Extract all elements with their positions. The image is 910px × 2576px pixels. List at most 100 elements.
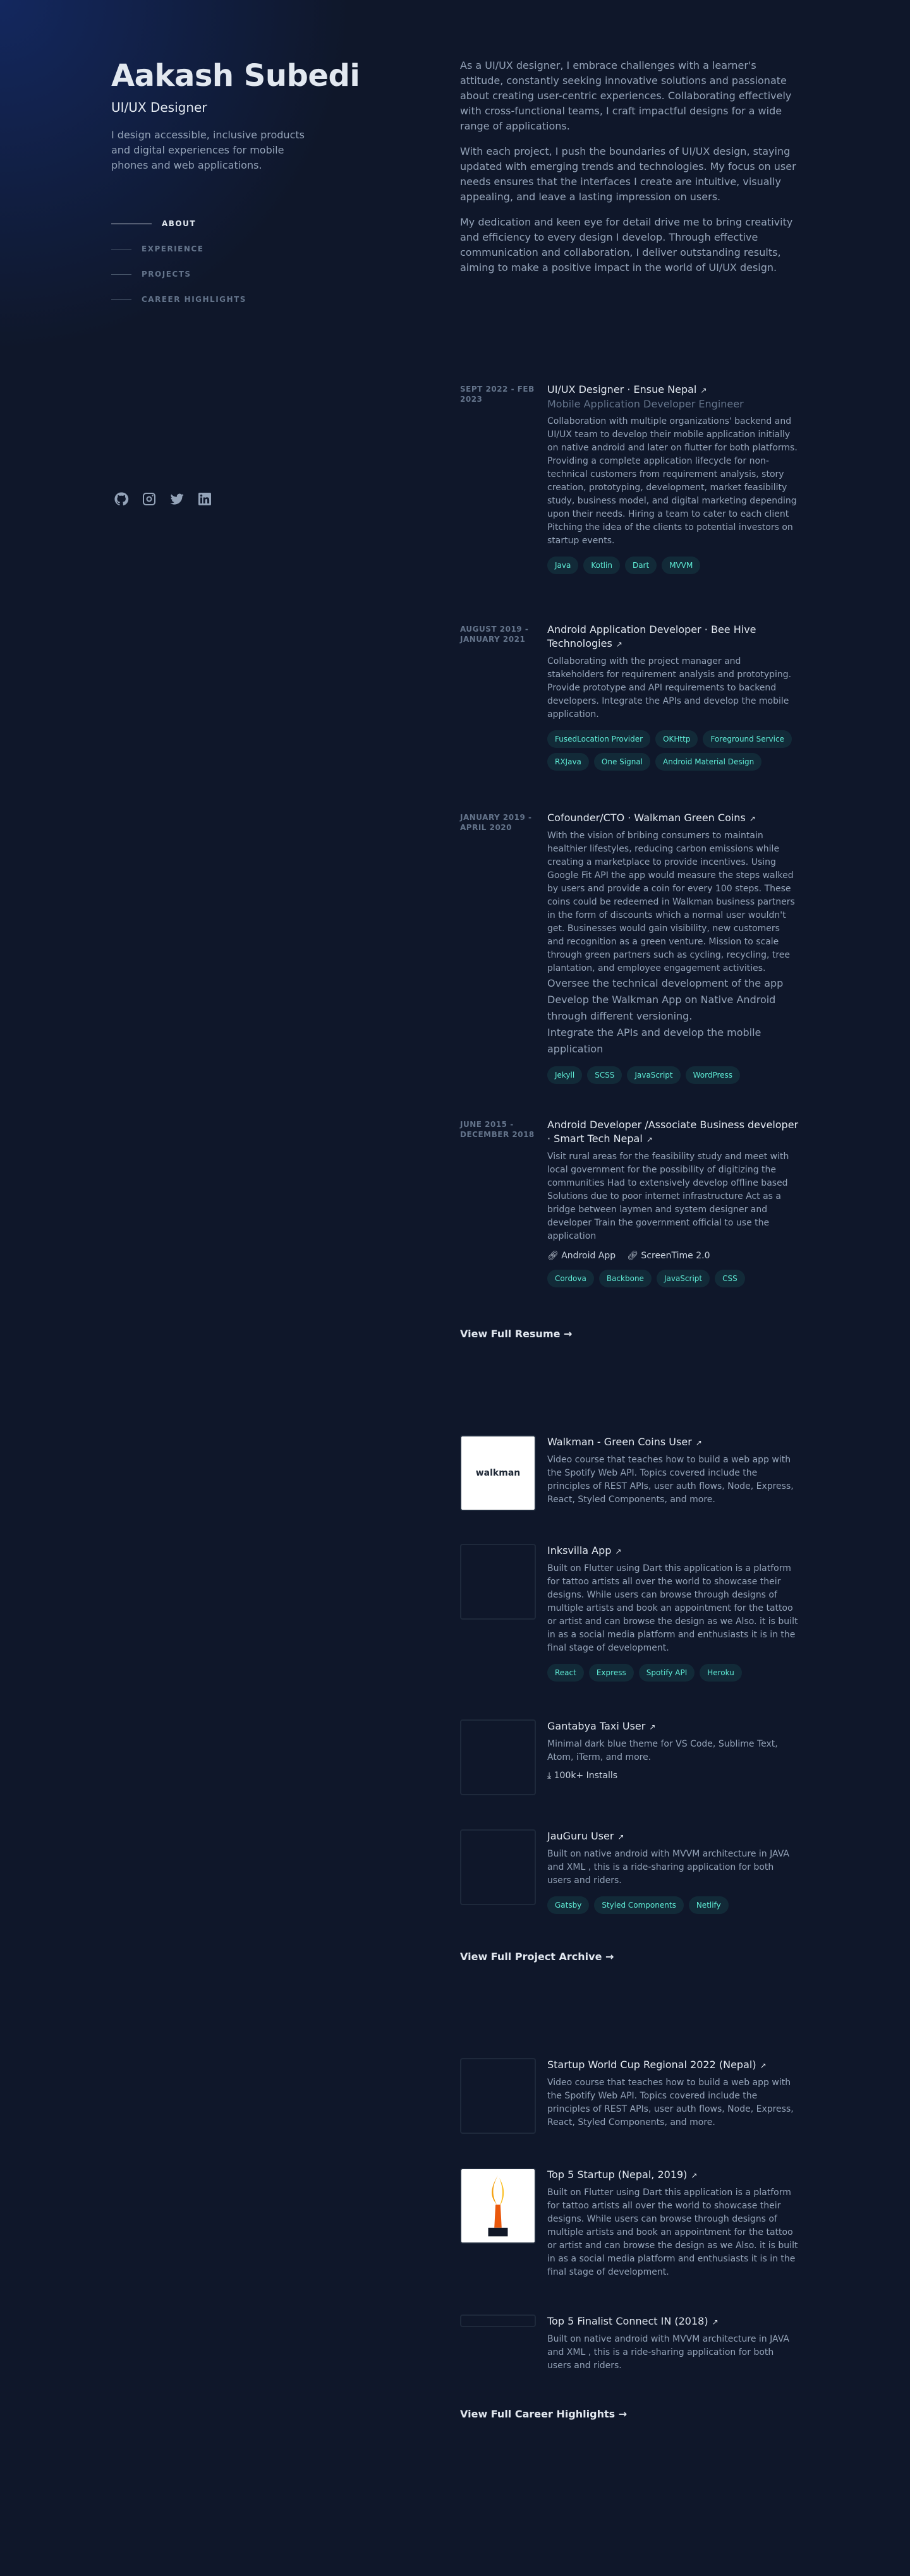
project-item[interactable]: Inksvilla App ↗ Built on Flutter using Da… — [460, 1544, 799, 1682]
arrow-up-right-icon: ↗ — [617, 1833, 624, 1841]
trophy-image — [488, 2175, 508, 2237]
tech-tag: Java — [547, 557, 579, 574]
project-item[interactable]: walkman Walkman - Green Coins User ↗ Vide… — [460, 1435, 799, 1511]
project-thumbnail — [460, 1719, 536, 1795]
experience-item[interactable]: JANUARY 2019 - APRIL 2020 Cofounder/CTO … — [460, 811, 799, 1084]
experience-title[interactable]: Cofounder/CTO · Walkman Green Coins ↗ — [547, 811, 799, 826]
highlight-title[interactable]: Top 5 Finalist Connect IN (2018) ↗ — [547, 2314, 799, 2329]
experience-title[interactable]: Android Developer /Associate Business de… — [547, 1118, 799, 1147]
profile-column: Aakash Subedi UI/UX Designer I design ac… — [111, 58, 364, 312]
project-description: Built on native android with MVVM archit… — [547, 1849, 789, 1886]
tech-tag: FusedLocation Provider — [547, 730, 651, 748]
tech-tag: MVVM — [662, 557, 701, 574]
highlight-description: Video course that teaches how to build a… — [547, 2078, 794, 2128]
highlight-description: Built on Flutter using Dart this applica… — [547, 2188, 798, 2277]
arrow-up-right-icon: ↗ — [615, 1547, 622, 1556]
nav-indicator — [111, 299, 131, 300]
tech-tag: Backbone — [598, 1270, 652, 1287]
project-thumbnail — [460, 1829, 536, 1905]
experience-description: Collaborating with the project manager a… — [547, 656, 792, 719]
tag-list: React Express Spotify API Heroku — [547, 1664, 799, 1682]
highlight-item[interactable]: Startup World Cup Regional 2022 (Nepal) ↗… — [460, 2058, 799, 2134]
tech-tag: Heroku — [700, 1664, 742, 1682]
social-links — [114, 491, 212, 507]
project-title[interactable]: Gantabya Taxi User ↗ — [547, 1719, 799, 1734]
project-item[interactable]: JauGuru User ↗ Built on native android wi… — [460, 1829, 799, 1914]
tech-tag: Cordova — [547, 1270, 594, 1287]
view-archive-link[interactable]: View Full Project Archive → — [460, 1951, 614, 1963]
experience-title[interactable]: UI/UX Designer · Ensue Nepal ↗ — [547, 383, 799, 397]
nav-indicator — [111, 274, 131, 275]
tech-tag: Foreground Service — [703, 730, 792, 748]
highlight-item[interactable]: Top 5 Startup (Nepal, 2019) ↗ Built on Fl… — [460, 2168, 799, 2279]
experience-date: JUNE 2015 - DECEMBER 2018 — [460, 1120, 535, 1139]
nav-label: PROJECTS — [142, 270, 191, 279]
tag-list: Java Kotlin Dart MVVM — [547, 557, 799, 574]
highlight-title[interactable]: Startup World Cup Regional 2022 (Nepal) ↗ — [547, 2058, 799, 2073]
tech-tag: SCSS — [587, 1066, 622, 1084]
download-icon: ⤓ — [547, 1771, 554, 1781]
about-paragraph: With each project, I push the boundaries… — [460, 145, 796, 203]
experience-description: With the vision of bribing consumers to … — [547, 831, 795, 973]
project-description: Video course that teaches how to build a… — [547, 1455, 794, 1505]
highlight-thumbnail — [460, 2168, 536, 2244]
tech-tag: WordPress — [685, 1066, 741, 1084]
nav-career-highlights[interactable]: CAREER HIGHLIGHTS — [111, 287, 364, 312]
nav-label: EXPERIENCE — [142, 244, 204, 253]
project-title[interactable]: JauGuru User ↗ — [547, 1829, 799, 1844]
linkedin-icon[interactable] — [197, 491, 212, 507]
arrow-up-right-icon: ↗ — [749, 814, 756, 823]
tech-tag: OKHttp — [655, 730, 698, 748]
project-title[interactable]: Walkman - Green Coins User ↗ — [547, 1435, 799, 1450]
tech-tag: Styled Components — [594, 1896, 684, 1914]
experience-description: Visit rural areas for the feasibility st… — [547, 1152, 789, 1241]
github-icon[interactable] — [114, 491, 129, 507]
project-link[interactable]: 🔗︎ ScreenTime 2.0 — [627, 1251, 710, 1261]
walkman-logo: walkman — [475, 1468, 521, 1478]
highlight-thumbnail — [460, 2314, 536, 2327]
experience-item[interactable]: AUGUST 2019 - JANUARY 2021 Android Appli… — [460, 623, 799, 771]
tech-tag: Android Material Design — [655, 753, 762, 771]
about-paragraph: As a UI/UX designer, I embrace challenge… — [460, 59, 792, 132]
view-resume-link[interactable]: View Full Resume → — [460, 1328, 572, 1340]
project-link[interactable]: 🔗︎ Android App — [547, 1251, 616, 1261]
nav-about[interactable]: ABOUT — [111, 211, 364, 236]
section-nav: ABOUT EXPERIENCE PROJECTS CAREER HIGHLIG… — [111, 211, 364, 312]
arrow-right-icon: → — [564, 1328, 573, 1340]
tech-tag: JavaScript — [627, 1066, 681, 1084]
tag-list: Gatsby Styled Components Netlify — [547, 1896, 799, 1914]
arrow-up-right-icon: ↗ — [649, 1723, 656, 1731]
experience-date: JANUARY 2019 - APRIL 2020 — [460, 813, 532, 832]
profile-role: UI/UX Designer — [111, 100, 207, 115]
view-highlights-link[interactable]: View Full Career Highlights → — [460, 2408, 627, 2420]
instagram-icon[interactable] — [142, 491, 157, 507]
highlight-thumbnail — [460, 2058, 536, 2134]
tag-list: Jekyll SCSS JavaScript WordPress — [547, 1066, 799, 1084]
profile-tagline: I design accessible, inclusive products … — [111, 129, 305, 171]
experience-item[interactable]: JUNE 2015 - DECEMBER 2018 Android Develo… — [460, 1118, 799, 1287]
highlight-item[interactable]: Top 5 Finalist Connect IN (2018) ↗ Built … — [460, 2314, 799, 2373]
experience-item[interactable]: SEPT 2022 - FEB 2023 UI/UX Designer · En… — [460, 383, 799, 574]
experience-subtitle: Mobile Application Developer Engineer — [547, 398, 744, 410]
project-item[interactable]: Gantabya Taxi User ↗ Minimal dark blue th… — [460, 1719, 799, 1795]
project-title[interactable]: Inksvilla App ↗ — [547, 1544, 799, 1558]
project-thumbnail — [460, 1544, 536, 1620]
tech-tag: JavaScript — [656, 1270, 710, 1287]
arrow-up-right-icon: ↗ — [646, 1135, 653, 1144]
tech-tag: Kotlin — [583, 557, 620, 574]
highlight-description: Built on native android with MVVM archit… — [547, 2334, 789, 2371]
nav-projects[interactable]: PROJECTS — [111, 262, 364, 287]
arrow-up-right-icon: ↗ — [616, 640, 622, 649]
experience-title[interactable]: Android Application Developer · Bee Hive… — [547, 623, 799, 651]
arrow-up-right-icon: ↗ — [700, 386, 707, 395]
nav-experience[interactable]: EXPERIENCE — [111, 236, 364, 262]
tech-tag: One Signal — [593, 753, 651, 771]
tech-tag: Spotify API — [638, 1664, 695, 1682]
nav-indicator — [111, 248, 131, 250]
arrow-right-icon: → — [605, 1951, 614, 1963]
twitter-icon[interactable] — [169, 491, 185, 507]
highlight-title[interactable]: Top 5 Startup (Nepal, 2019) ↗ — [547, 2168, 799, 2182]
link-icon: 🔗︎ — [547, 1251, 562, 1261]
tech-tag: Jekyll — [547, 1066, 583, 1084]
tech-tag: Express — [588, 1664, 634, 1682]
